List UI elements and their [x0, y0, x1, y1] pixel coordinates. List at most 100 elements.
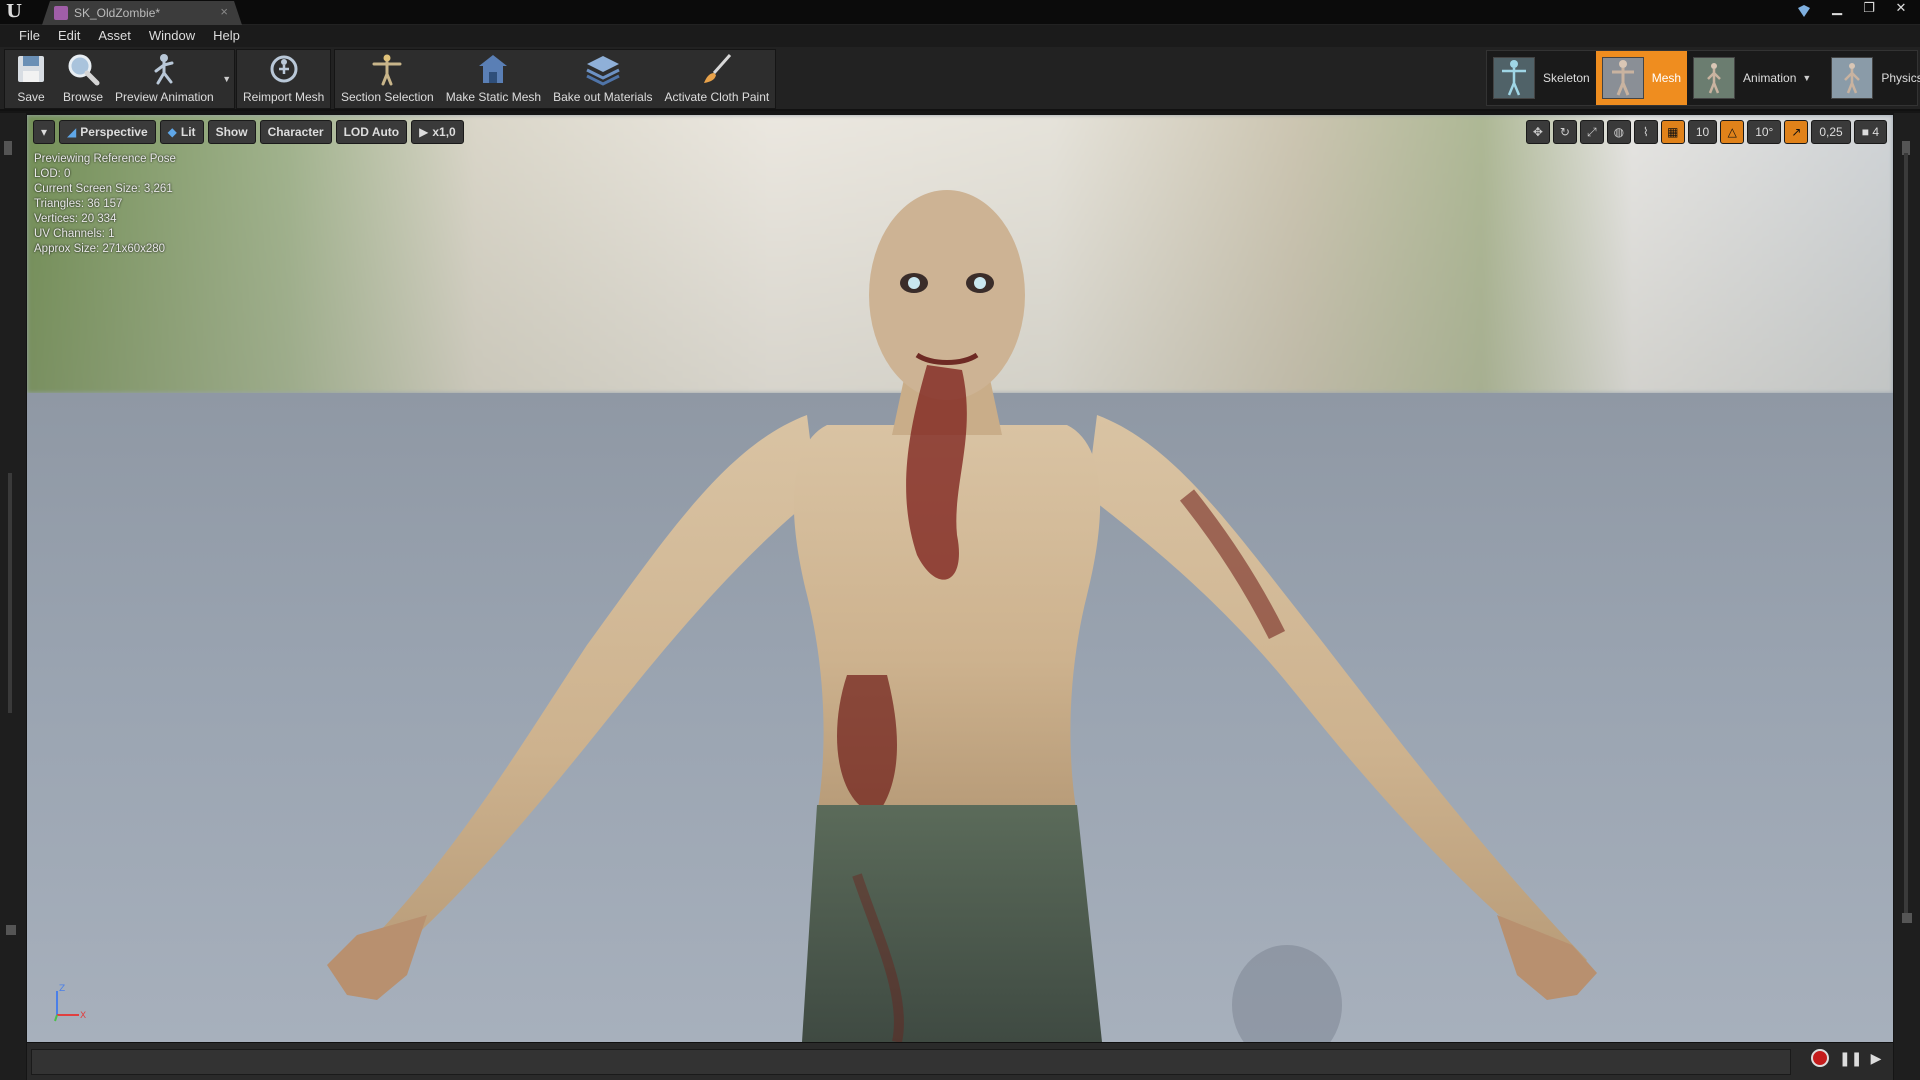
axis-x-label: X: [80, 1011, 86, 1021]
running-figure-icon: [144, 50, 184, 88]
rotation-snap-icon[interactable]: △: [1720, 120, 1745, 144]
playback-speed-button[interactable]: ▶ x1,0: [411, 120, 464, 144]
minimize-button[interactable]: ▁: [1824, 0, 1850, 18]
menu-help[interactable]: Help: [204, 25, 249, 47]
title-bar: U SK_OldZombie* × ▁ ❐ ✕: [0, 0, 1920, 25]
scale-snap-icon[interactable]: ↗: [1784, 120, 1809, 144]
scale-snap-value[interactable]: 0,25: [1811, 120, 1851, 144]
static-mesh-house-icon: [473, 50, 513, 88]
world-local-icon[interactable]: ◍: [1606, 120, 1631, 144]
mode-skeleton-label: Skeleton: [1543, 71, 1590, 85]
right-expand-arrow-icon[interactable]: [1902, 913, 1912, 923]
perspective-button[interactable]: ◢ Perspective: [59, 120, 156, 144]
browse-button[interactable]: Browse: [57, 50, 109, 108]
timeline-bar: ❚❚ ▶: [27, 1042, 1893, 1080]
zombie-character-mesh[interactable]: [27, 115, 1893, 1042]
preview-animation-dropdown-icon[interactable]: ▼: [220, 50, 234, 108]
grid-snap-value[interactable]: 10: [1687, 120, 1718, 144]
mode-mesh-button[interactable]: Mesh: [1595, 51, 1688, 105]
lit-icon: ◆: [167, 125, 177, 139]
bake-out-materials-label: Bake out Materials: [553, 90, 653, 104]
section-selection-button[interactable]: Section Selection: [335, 50, 440, 108]
asset-tab[interactable]: SK_OldZombie* ×: [42, 1, 242, 25]
perspective-label: Perspective: [80, 125, 148, 139]
activate-cloth-paint-button[interactable]: Activate Cloth Paint: [659, 50, 776, 108]
camera-icon: ■: [1861, 125, 1873, 139]
reimport-mesh-button[interactable]: Reimport Mesh: [237, 50, 330, 108]
rotate-icon[interactable]: ↻: [1552, 120, 1577, 144]
bake-out-materials-button[interactable]: Bake out Materials: [547, 50, 658, 108]
mode-mesh-label: Mesh: [1651, 71, 1682, 85]
save-icon: [11, 50, 51, 88]
mesh-thumbnail-icon: [1601, 57, 1644, 99]
physics-thumbnail-icon: [1831, 57, 1874, 99]
lod-button[interactable]: LOD Auto: [335, 120, 408, 144]
toolbar-group-mesh: Reimport Mesh: [236, 49, 332, 109]
mesh-stats-overlay: Previewing Reference Pose LOD: 0 Current…: [34, 152, 176, 257]
preview-animation-button[interactable]: Preview Animation: [109, 50, 220, 108]
unreal-logo-icon[interactable]: U: [4, 2, 24, 22]
mode-skeleton-button[interactable]: Skeleton: [1487, 51, 1596, 105]
menu-edit[interactable]: Edit: [49, 25, 89, 47]
menu-window[interactable]: Window: [140, 25, 204, 47]
left-expand-arrow-icon[interactable]: [6, 925, 16, 935]
menu-asset[interactable]: Asset: [89, 25, 140, 47]
right-panel-rail[interactable]: [1894, 113, 1920, 1080]
left-collapse-handle-icon[interactable]: [4, 141, 12, 155]
timeline-scrubber[interactable]: [31, 1049, 1791, 1075]
viewport-toolbar: ▾ ◢ Perspective ◆ Lit Show Character LOD A…: [33, 120, 464, 144]
right-scrollbar[interactable]: [1904, 153, 1908, 913]
make-static-mesh-label: Make Static Mesh: [445, 90, 542, 104]
lit-button[interactable]: ◆ Lit: [159, 120, 204, 144]
mode-physics-button[interactable]: Physics: [1825, 51, 1920, 105]
toolbar-group-asset: Save Browse Preview Animation ▼: [4, 49, 235, 109]
stats-preview-mode: Previewing Reference Pose: [34, 153, 176, 165]
maximize-button[interactable]: ❐: [1856, 0, 1882, 18]
record-button[interactable]: [1811, 1049, 1829, 1067]
magnifier-icon: [63, 50, 103, 88]
axis-z-label: Z: [59, 984, 65, 994]
notification-icon[interactable]: [1796, 3, 1812, 19]
lit-label: Lit: [180, 125, 196, 139]
mode-animation-button[interactable]: Animation ▼: [1687, 51, 1825, 105]
asset-tab-label: SK_OldZombie*: [74, 6, 161, 20]
layers-icon: [583, 50, 623, 88]
browse-label: Browse: [63, 90, 104, 104]
viewport-transform-tools: ✥ ↻ ⤢ ◍ ⌇ ▦ 10 △ 10° ↗ 0,25 ■ 4: [1525, 120, 1887, 144]
scale-icon[interactable]: ⤢: [1579, 120, 1604, 144]
left-panel-rail[interactable]: [0, 113, 26, 1080]
reimport-mesh-label: Reimport Mesh: [243, 90, 325, 104]
preview-viewport[interactable]: ▾ ◢ Perspective ◆ Lit Show Character LOD A…: [27, 115, 1893, 1042]
preview-animation-label: Preview Animation: [115, 90, 214, 104]
rotation-snap-value[interactable]: 10°: [1747, 120, 1782, 144]
stats-approx-size: Approx Size: 271x60x280: [34, 243, 166, 255]
stats-uv-channels: UV Channels: 1: [34, 228, 115, 240]
mode-physics-label: Physics: [1881, 71, 1920, 85]
lod-label: LOD Auto: [343, 125, 400, 139]
playback-controls: ❚❚ ▶: [1811, 1049, 1885, 1067]
character-label: Character: [267, 125, 324, 139]
editor-mode-switcher: Skeleton Mesh Animation ▼ Physics: [1486, 50, 1920, 106]
left-scrollbar[interactable]: [8, 473, 12, 713]
grid-snap-icon[interactable]: ▦: [1660, 120, 1685, 144]
viewport-options-button[interactable]: ▾: [33, 120, 56, 144]
t-pose-figure-icon: [367, 50, 407, 88]
step-forward-button[interactable]: ▶: [1867, 1049, 1885, 1067]
animation-dropdown-icon[interactable]: ▼: [1802, 73, 1811, 83]
skeletal-mesh-icon: [54, 6, 68, 20]
camera-speed-button[interactable]: ■ 4: [1853, 120, 1887, 144]
close-window-button[interactable]: ✕: [1888, 0, 1914, 18]
menu-file[interactable]: File: [10, 25, 49, 47]
show-button[interactable]: Show: [207, 120, 256, 144]
translate-icon[interactable]: ✥: [1525, 120, 1550, 144]
reimport-icon: [264, 50, 304, 88]
character-button[interactable]: Character: [259, 120, 332, 144]
surface-snap-icon[interactable]: ⌇: [1633, 120, 1658, 144]
activate-cloth-paint-label: Activate Cloth Paint: [664, 90, 770, 104]
pause-button[interactable]: ❚❚: [1839, 1049, 1862, 1067]
tab-close-icon[interactable]: ×: [220, 4, 228, 19]
paintbrush-icon: [697, 50, 737, 88]
save-button[interactable]: Save: [5, 50, 57, 108]
make-static-mesh-button[interactable]: Make Static Mesh: [440, 50, 547, 108]
section-selection-label: Section Selection: [341, 90, 434, 104]
